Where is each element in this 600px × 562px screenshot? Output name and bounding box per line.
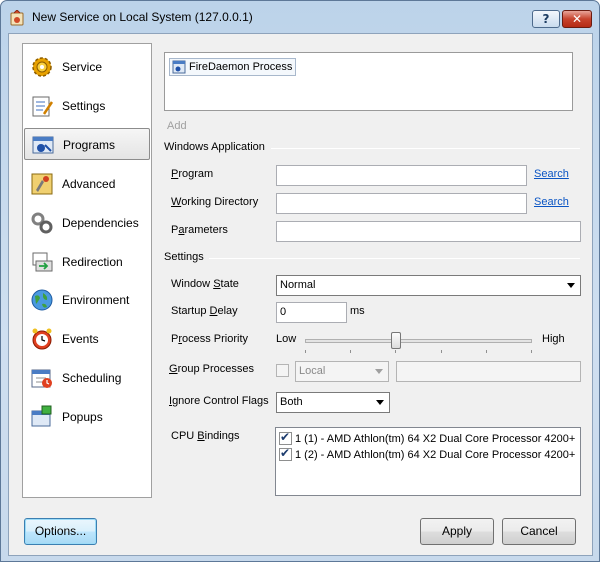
cpu-binding-checkbox[interactable]: ✔ <box>279 430 292 445</box>
slider-tick <box>486 350 487 353</box>
apply-button[interactable]: Apply <box>420 518 494 545</box>
parameters-input[interactable] <box>276 221 581 242</box>
apply-button-label: Apply <box>441 524 473 538</box>
process-list-item[interactable]: FireDaemon Process <box>169 58 297 76</box>
chevron-down-icon <box>375 369 383 374</box>
sidebar-item-redirection[interactable]: Redirection <box>24 246 150 278</box>
sidebar-item-popups[interactable]: Popups <box>24 401 150 433</box>
window-state-value: Normal <box>280 279 316 291</box>
calendar-icon <box>31 369 52 388</box>
sidebar-item-label: Programs <box>63 138 116 152</box>
group-name-input[interactable] <box>396 361 581 382</box>
startup-delay-unit: ms <box>350 305 365 317</box>
priority-slider-thumb[interactable] <box>390 332 401 349</box>
sidebar-item-advanced[interactable]: Advanced <box>24 168 150 200</box>
ignore-control-flags-value: Both <box>280 396 303 408</box>
working-directory-search-link[interactable]: Search <box>534 196 569 208</box>
section-divider <box>209 258 580 259</box>
sidebar-item-scheduling[interactable]: Scheduling <box>24 362 150 394</box>
chevron-down-icon <box>567 283 575 288</box>
cpu-binding-label: 1 (2) - AMD Athlon(tm) 64 X2 Dual Core P… <box>295 449 576 461</box>
title-bar: New Service on Local System (127.0.0.1) … <box>1 1 599 33</box>
cpu-bindings-label: CPU Bindings <box>171 430 240 442</box>
slider-tick <box>531 350 532 353</box>
program-input[interactable] <box>276 165 527 186</box>
sidebar-item-label: Service <box>62 60 103 74</box>
startup-delay-input[interactable]: 0 <box>276 302 347 323</box>
process-priority-label: Process Priority <box>171 333 249 345</box>
slider-tick <box>350 350 351 353</box>
dialog-window: New Service on Local System (127.0.0.1) … <box>0 0 600 562</box>
window-state-select[interactable]: Normal <box>276 275 581 296</box>
close-button[interactable]: ✕ <box>562 10 592 28</box>
program-label: Program <box>171 168 214 180</box>
parameters-label: Parameters <box>171 224 228 236</box>
priority-slider-track[interactable] <box>305 339 532 343</box>
process-list[interactable]: FireDaemon Process <box>164 52 573 111</box>
sidebar-item-dependencies[interactable]: Dependencies <box>24 207 150 239</box>
ignore-control-flags-select[interactable]: Both <box>276 392 390 413</box>
advanced-icon <box>31 173 53 195</box>
process-icon <box>172 60 186 74</box>
group-scope-select[interactable]: Local <box>295 361 389 382</box>
window-title: New Service on Local System (127.0.0.1) <box>32 10 253 24</box>
cpu-bindings-list: ✔ 1 (1) - AMD Athlon(tm) 64 X2 Dual Core… <box>275 427 581 496</box>
cancel-button[interactable]: Cancel <box>502 518 576 545</box>
group-scope-value: Local <box>299 365 326 377</box>
windows-application-heading: Windows Application <box>164 141 265 153</box>
group-processes-label: Group Processes <box>169 363 254 375</box>
sidebar-item-label: Advanced <box>62 177 116 191</box>
startup-delay-label: Startup Delay <box>171 305 238 317</box>
cpu-binding-label: 1 (1) - AMD Athlon(tm) 64 X2 Dual Core P… <box>295 433 576 445</box>
priority-high-label: High <box>542 333 565 345</box>
cpu-binding-checkbox[interactable]: ✔ <box>279 446 292 461</box>
popup-icon <box>31 405 52 427</box>
app-icon <box>10 10 24 26</box>
globe-icon <box>31 289 53 311</box>
checkmark-icon: ✔ <box>280 446 291 460</box>
sidebar-item-label: Events <box>62 332 99 346</box>
sidebar-item-label: Settings <box>62 99 106 113</box>
sidebar-item-label: Environment <box>62 293 130 307</box>
sidebar-item-events[interactable]: Events <box>24 323 150 355</box>
slider-tick <box>441 350 442 353</box>
working-directory-label: Working Directory <box>171 196 259 208</box>
dialog-client: Service Settings Programs Advanced Depen… <box>8 33 593 556</box>
sidebar-item-service[interactable]: Service <box>24 51 150 83</box>
program-search-link[interactable]: Search <box>534 168 569 180</box>
chevron-down-icon <box>376 400 384 405</box>
options-button[interactable]: Options... <box>24 518 97 545</box>
group-processes-checkbox[interactable] <box>276 364 289 377</box>
add-link[interactable]: Add <box>167 120 187 132</box>
section-divider <box>271 148 580 149</box>
sidebar-item-label: Dependencies <box>62 216 139 230</box>
slider-tick <box>305 350 306 353</box>
ignore-control-flags-label: Ignore Control Flags <box>169 395 269 407</box>
sidebar-item-environment[interactable]: Environment <box>24 284 150 316</box>
programs-icon <box>32 136 54 154</box>
sidebar-item-label: Redirection <box>62 255 123 269</box>
window-state-label: Window State <box>171 278 239 290</box>
settings-heading: Settings <box>164 251 204 263</box>
redirection-icon <box>32 252 53 272</box>
category-sidebar: Service Settings Programs Advanced Depen… <box>22 43 152 498</box>
alarm-clock-icon <box>32 328 52 350</box>
process-item-label: FireDaemon Process <box>189 61 293 73</box>
sidebar-item-settings[interactable]: Settings <box>24 90 150 122</box>
dependencies-icon <box>31 212 53 234</box>
gear-icon <box>32 57 52 77</box>
sidebar-item-label: Scheduling <box>62 371 122 385</box>
sidebar-item-label: Popups <box>62 410 103 424</box>
priority-low-label: Low <box>276 333 297 345</box>
settings-icon <box>32 96 54 117</box>
help-button[interactable]: ? <box>532 10 560 28</box>
sidebar-item-programs[interactable]: Programs <box>24 128 150 160</box>
checkmark-icon: ✔ <box>280 430 291 444</box>
working-directory-input[interactable] <box>276 193 527 214</box>
slider-tick <box>395 350 396 353</box>
